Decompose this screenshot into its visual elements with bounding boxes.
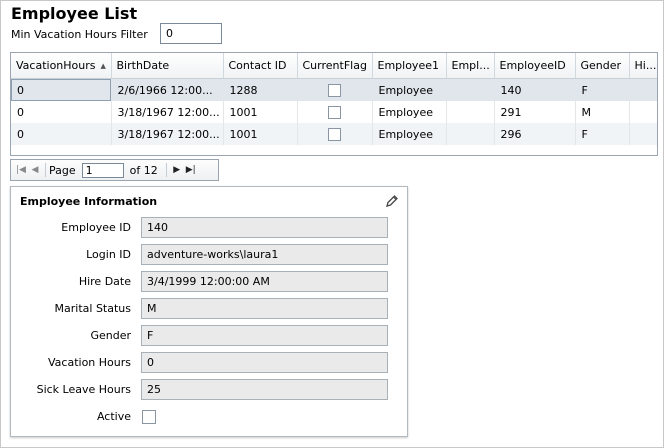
grid-cell[interactable] xyxy=(297,123,373,145)
field-row-active: Active xyxy=(11,406,409,428)
column-header-empl[interactable]: Empl... xyxy=(446,53,495,79)
grid-cell[interactable]: 1288 xyxy=(223,78,298,101)
field-label: Gender xyxy=(90,329,131,342)
grid-cell[interactable]: 0 xyxy=(11,101,112,123)
active-checkbox[interactable] xyxy=(142,410,156,424)
page-title: Employee List xyxy=(11,4,138,23)
grid-cell[interactable]: 0 xyxy=(11,123,112,145)
grid-cell[interactable]: 140 xyxy=(494,78,576,101)
grid-cell[interactable]: 1001 xyxy=(223,123,298,145)
field-label: Active xyxy=(96,410,131,423)
field-label: Login ID xyxy=(86,248,131,261)
column-header-birthdate[interactable]: BirthDate xyxy=(111,53,224,79)
grid-cell[interactable] xyxy=(446,78,495,101)
column-header-contact-id[interactable]: Contact ID xyxy=(223,53,298,79)
grid-cell[interactable] xyxy=(297,101,373,123)
pager-divider xyxy=(45,163,46,177)
vacation-hours-field[interactable]: 0 xyxy=(141,352,388,373)
grid-header-row: VacationHours ▲ BirthDate Contact ID Curr… xyxy=(11,53,657,79)
grid-cell[interactable]: Employee xyxy=(372,78,447,101)
field-row-sick-leave-hours: Sick Leave Hours 25 xyxy=(11,379,409,401)
grid-cell[interactable]: 1001 xyxy=(223,101,298,123)
grid-cell[interactable] xyxy=(629,101,657,123)
currentflag-checkbox[interactable] xyxy=(328,83,341,97)
page-count-label: of 12 xyxy=(129,163,158,177)
min-vacation-hours-input[interactable] xyxy=(160,23,222,44)
table-row[interactable]: 0 2/6/1966 12:00... 1288 Employee 140 F xyxy=(11,78,657,101)
pager-divider xyxy=(165,163,167,177)
pencil-edit-icon[interactable] xyxy=(385,194,399,211)
column-header-employee1[interactable]: Employee1 xyxy=(372,53,447,79)
panel-title: Employee Information xyxy=(20,195,158,208)
grid-cell[interactable] xyxy=(629,78,657,101)
field-row-login-id: Login ID adventure-works\laura1 xyxy=(11,244,409,266)
grid-cell[interactable]: 3/18/1967 12:00... xyxy=(111,123,224,145)
field-row-marital-status: Marital Status M xyxy=(11,298,409,320)
marital-status-field[interactable]: M xyxy=(141,298,388,319)
sort-ascending-icon: ▲ xyxy=(100,62,106,70)
page-label: Page xyxy=(49,163,76,177)
next-page-icon[interactable]: ▶ xyxy=(170,165,184,175)
column-header-hi[interactable]: Hi... xyxy=(629,53,657,79)
field-label: Hire Date xyxy=(78,275,131,288)
currentflag-checkbox[interactable] xyxy=(328,127,341,141)
column-header-label: VacationHours xyxy=(16,59,96,72)
login-id-field[interactable]: adventure-works\laura1 xyxy=(141,244,388,265)
grid-cell[interactable]: 291 xyxy=(494,101,576,123)
column-header-employeeid[interactable]: EmployeeID xyxy=(494,53,576,79)
last-page-icon[interactable]: ▶| xyxy=(184,165,198,175)
currentflag-checkbox[interactable] xyxy=(328,105,341,119)
field-row-employee-id: Employee ID 140 xyxy=(11,217,409,239)
grid-cell[interactable]: Employee xyxy=(372,101,447,123)
gender-field[interactable]: F xyxy=(141,325,388,346)
table-row[interactable]: 0 3/18/1967 12:00... 1001 Employee 296 F xyxy=(11,123,657,145)
field-label: Sick Leave Hours xyxy=(36,383,131,396)
grid-cell[interactable] xyxy=(629,123,657,145)
field-row-vacation-hours: Vacation Hours 0 xyxy=(11,352,409,374)
sick-leave-hours-field[interactable]: 25 xyxy=(141,379,388,400)
grid-cell[interactable]: F xyxy=(575,78,630,101)
table-row[interactable]: 0 3/18/1967 12:00... 1001 Employee 291 M xyxy=(11,101,657,123)
hire-date-field[interactable]: 3/4/1999 12:00:00 AM xyxy=(141,271,388,292)
grid-cell[interactable]: 3/18/1967 12:00... xyxy=(111,101,224,123)
field-label: Marital Status xyxy=(54,302,131,315)
grid-cell[interactable] xyxy=(297,78,373,101)
filter-label: Min Vacation Hours Filter xyxy=(11,28,148,41)
grid-cell[interactable]: M xyxy=(575,101,630,123)
field-row-hire-date: Hire Date 3/4/1999 12:00:00 AM xyxy=(11,271,409,293)
grid-cell[interactable] xyxy=(446,123,495,145)
grid-cell[interactable]: 0 xyxy=(11,78,112,101)
field-label: Vacation Hours xyxy=(48,356,131,369)
employee-id-field[interactable]: 140 xyxy=(141,217,388,238)
column-header-currentflag[interactable]: CurrentFlag xyxy=(297,53,373,79)
column-header-vacationhours[interactable]: VacationHours ▲ xyxy=(11,53,112,79)
first-page-icon[interactable]: |◀ xyxy=(14,165,28,175)
data-pager: |◀ ◀ Page 1 of 12 ▶ ▶| xyxy=(10,159,219,181)
employee-information-panel: Employee Information Employee ID 140 Log… xyxy=(10,186,408,437)
grid-cell[interactable]: F xyxy=(575,123,630,145)
column-header-gender[interactable]: Gender xyxy=(575,53,630,79)
grid-cell[interactable] xyxy=(446,101,495,123)
previous-page-icon[interactable]: ◀ xyxy=(28,165,42,175)
field-label: Employee ID xyxy=(61,221,131,234)
page-number-input[interactable]: 1 xyxy=(81,162,124,178)
grid-cell[interactable]: 296 xyxy=(494,123,576,145)
field-row-gender: Gender F xyxy=(11,325,409,347)
grid-cell[interactable]: Employee xyxy=(372,123,447,145)
employee-grid: VacationHours ▲ BirthDate Contact ID Curr… xyxy=(10,52,658,156)
grid-cell[interactable]: 2/6/1966 12:00... xyxy=(111,78,224,101)
